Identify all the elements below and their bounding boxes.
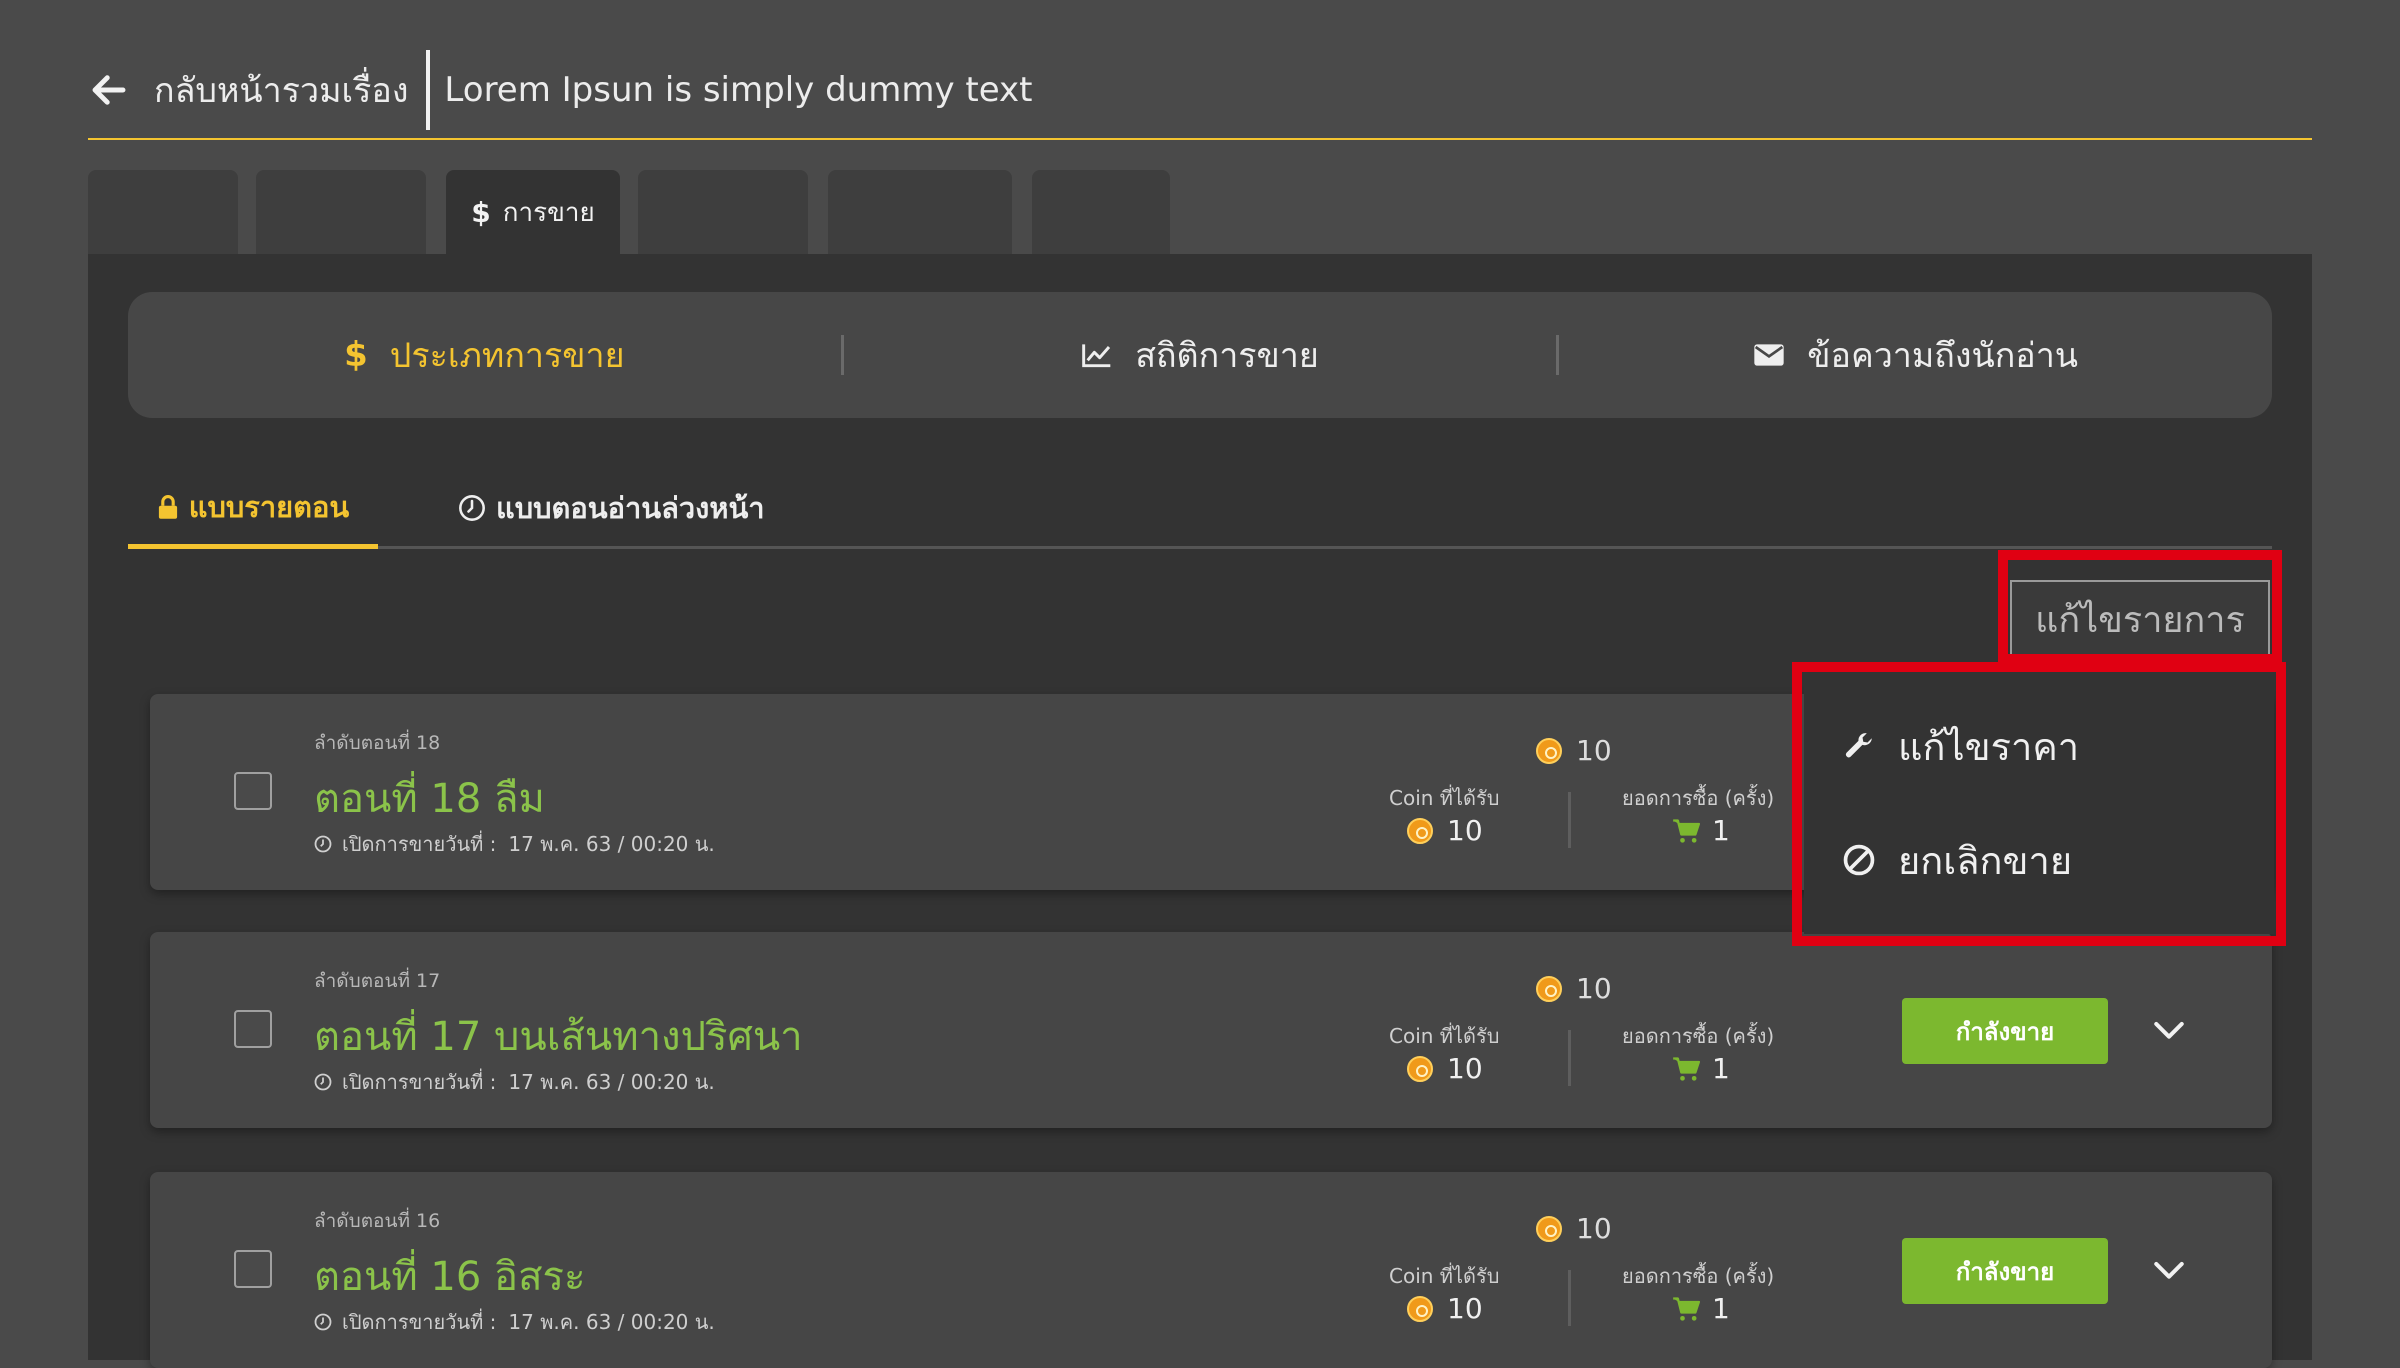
cart-icon <box>1672 1056 1700 1082</box>
clock-icon <box>458 494 486 522</box>
episode-order: ลำดับตอนที่ 17 <box>314 970 441 992</box>
episode-title[interactable]: ตอนที่ 18 ลืม <box>314 766 545 830</box>
tab-sales[interactable]: $ การขาย <box>446 170 620 254</box>
selling-status-button[interactable]: กำลังขาย <box>1902 998 2108 1064</box>
highlight-box <box>1998 550 2282 664</box>
sale-mode-tabs: แบบรายตอน แบบตอนอ่านล่วงหน้า <box>128 470 2272 549</box>
chevron-down-icon[interactable] <box>2152 1256 2186 1286</box>
seg-reader-message-label: ข้อความถึงนักอ่าน <box>1807 336 2079 376</box>
purchase-count-value: 1 <box>1712 814 1730 847</box>
subtab-early-access-label: แบบตอนอ่านล่วงหน้า <box>496 491 765 525</box>
coin-received-label: Coin ที่ได้รับ <box>1389 1264 1500 1288</box>
purchase-count-value: 1 <box>1712 1052 1730 1085</box>
clock-icon <box>314 1313 332 1331</box>
episode-checkbox[interactable] <box>234 1250 272 1288</box>
coin-received: 10 <box>1407 1052 1483 1085</box>
coin-icon <box>1536 1215 1562 1242</box>
cart-icon <box>1672 1296 1700 1322</box>
episode-date: เปิดการขายวันที่ : 17 พ.ค. 63 / 00:20 น. <box>314 1306 715 1338</box>
coin-received: 10 <box>1407 1292 1483 1325</box>
purchase-count-label: ยอดการซื้อ (ครั้ง) <box>1622 786 1775 810</box>
back-link[interactable]: กลับหน้ารวมเรื่อง <box>154 63 408 117</box>
episode-price-value: 10 <box>1576 972 1612 1005</box>
coin-icon <box>1407 1295 1433 1322</box>
stat-divider <box>1568 1270 1571 1326</box>
clock-icon <box>314 1073 332 1091</box>
header-underline <box>88 138 2312 140</box>
seg-sales-type[interactable]: $ ประเภทการขาย <box>128 328 841 382</box>
seg-sales-type-label: ประเภทการขาย <box>389 336 625 376</box>
subtab-early-access[interactable]: แบบตอนอ่านล่วงหน้า <box>458 470 765 546</box>
purchase-count-value: 1 <box>1712 1292 1730 1325</box>
coin-received-value: 10 <box>1447 1052 1483 1085</box>
episode-title[interactable]: ตอนที่ 16 อิสระ <box>314 1244 585 1308</box>
episode-price: 10 <box>1536 1212 1612 1245</box>
envelope-icon <box>1753 343 1785 367</box>
episode-date: เปิดการขายวันที่ : 17 พ.ค. 63 / 00:20 น. <box>314 1066 715 1098</box>
episode-date: เปิดการขายวันที่ : 17 พ.ค. 63 / 00:20 น. <box>314 828 715 860</box>
open-date-label: เปิดการขายวันที่ : <box>342 1070 497 1094</box>
arrow-left-icon[interactable] <box>88 69 130 111</box>
selling-status-button[interactable]: กำลังขาย <box>1902 1238 2108 1304</box>
clock-icon <box>314 835 332 853</box>
tab-2[interactable] <box>256 170 426 254</box>
coin-icon <box>1536 975 1562 1002</box>
episode-price-value: 10 <box>1576 734 1612 767</box>
purchase-count-label: ยอดการซื้อ (ครั้ง) <box>1622 1264 1775 1288</box>
episode-price: 10 <box>1536 972 1612 1005</box>
seg-reader-message[interactable]: ข้อความถึงนักอ่าน <box>1559 328 2272 382</box>
top-bar: กลับหน้ารวมเรื่อง Lorem Ipsun is simply … <box>88 50 1033 130</box>
tab-sales-label: การขาย <box>502 197 595 228</box>
purchase-count-label: ยอดการซื้อ (ครั้ง) <box>1622 1024 1775 1048</box>
sales-section-switcher: $ ประเภทการขาย สถิติการขาย ข้อความถึงนัก… <box>128 292 2272 418</box>
purchase-count: 1 <box>1672 814 1730 847</box>
tab-4[interactable] <box>638 170 808 254</box>
coin-icon <box>1407 1055 1433 1082</box>
subtab-per-episode-label: แบบรายตอน <box>188 490 350 524</box>
coin-received-label: Coin ที่ได้รับ <box>1389 1024 1500 1048</box>
open-date-label: เปิดการขายวันที่ : <box>342 832 497 856</box>
episode-row: ลำดับตอนที่ 17 ตอนที่ 17 บนเส้นทางปริศนา… <box>150 932 2272 1128</box>
chevron-down-icon[interactable] <box>2152 1016 2186 1046</box>
purchase-count: 1 <box>1672 1292 1730 1325</box>
highlight-box <box>1792 662 2286 946</box>
coin-received-label: Coin ที่ได้รับ <box>1389 786 1500 810</box>
subtab-per-episode[interactable]: แบบรายตอน <box>128 470 378 549</box>
dollar-icon: $ <box>344 335 368 375</box>
stat-divider <box>1568 792 1571 848</box>
episode-price-value: 10 <box>1576 1212 1612 1245</box>
coin-received-value: 10 <box>1447 814 1483 847</box>
coin-received-value: 10 <box>1447 1292 1483 1325</box>
title-divider <box>426 50 431 130</box>
open-date-value: 17 พ.ค. 63 / 00:20 น. <box>508 1070 715 1094</box>
dollar-icon: $ <box>471 195 491 229</box>
episode-row: ลำดับตอนที่ 16 ตอนที่ 16 อิสระ เปิดการขา… <box>150 1172 2272 1368</box>
lock-icon <box>157 494 179 520</box>
coin-received: 10 <box>1407 814 1483 847</box>
page-title: Lorem Ipsun is simply dummy text <box>444 70 1033 110</box>
stat-divider <box>1568 1030 1571 1086</box>
episode-checkbox[interactable] <box>234 772 272 810</box>
coin-icon <box>1536 737 1562 764</box>
open-date-value: 17 พ.ค. 63 / 00:20 น. <box>508 832 715 856</box>
episode-order: ลำดับตอนที่ 18 <box>314 732 441 754</box>
seg-sales-stats[interactable]: สถิติการขาย <box>844 328 1557 382</box>
cart-icon <box>1672 818 1700 844</box>
episode-title[interactable]: ตอนที่ 17 บนเส้นทางปริศนา <box>314 1004 803 1068</box>
open-date-value: 17 พ.ค. 63 / 00:20 น. <box>508 1310 715 1334</box>
episode-checkbox[interactable] <box>234 1010 272 1048</box>
tab-1[interactable] <box>88 170 238 254</box>
episode-order: ลำดับตอนที่ 16 <box>314 1210 441 1232</box>
tab-6[interactable] <box>1032 170 1170 254</box>
purchase-count: 1 <box>1672 1052 1730 1085</box>
chart-icon <box>1081 341 1113 369</box>
coin-icon <box>1407 817 1433 844</box>
episode-price: 10 <box>1536 734 1612 767</box>
tab-5[interactable] <box>828 170 1012 254</box>
open-date-label: เปิดการขายวันที่ : <box>342 1310 497 1334</box>
seg-sales-stats-label: สถิติการขาย <box>1135 336 1319 376</box>
